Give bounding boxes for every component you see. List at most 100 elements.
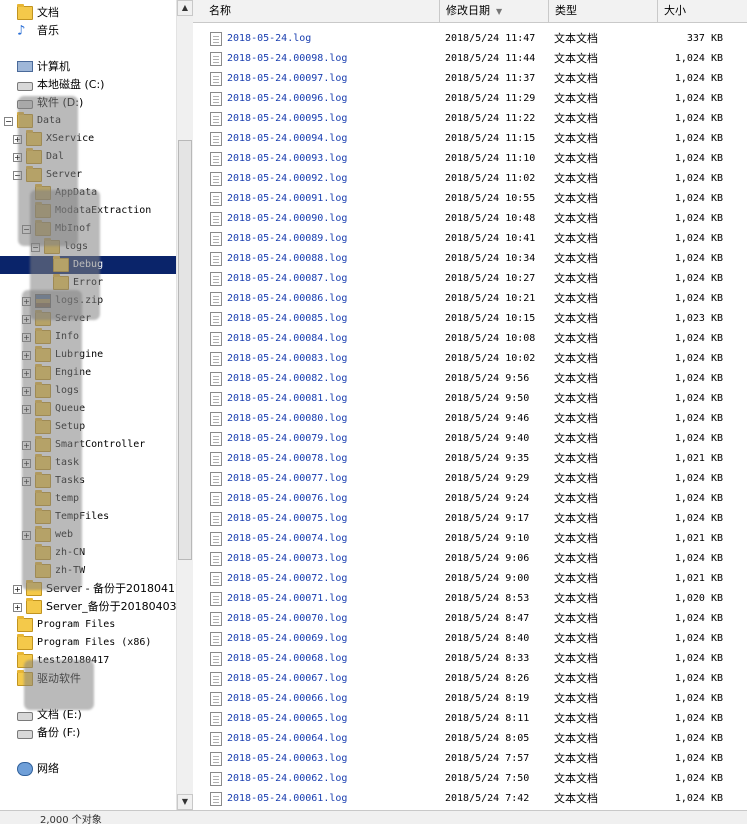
file-row[interactable]: 2018-05-24.00079.log 2018/5/24 9:40 文本文档 1,… xyxy=(193,429,747,449)
file-row[interactable]: 2018-05-24.00078.log 2018/5/24 9:35 文本文档 1,… xyxy=(193,449,747,469)
file-name: 2018-05-24.00076.log xyxy=(227,493,348,504)
file-row[interactable]: 2018-05-24.00081.log 2018/5/24 9:50 文本文档 1,… xyxy=(193,389,747,409)
file-name: 2018-05-24.00097.log xyxy=(227,73,348,84)
column-header-name[interactable]: 名称 xyxy=(193,0,440,22)
file-type: 文本文档 xyxy=(554,612,598,625)
tree-item[interactable]: 计算机 xyxy=(0,58,176,76)
file-name: 2018-05-24.00067.log xyxy=(227,673,348,684)
file-size: 1,024 KB xyxy=(674,253,723,264)
file-row[interactable]: 2018-05-24.00090.log 2018/5/24 10:48 文本文档 1… xyxy=(193,209,747,229)
file-row[interactable]: 2018-05-24.00098.log 2018/5/24 11:44 文本文档 1… xyxy=(193,49,747,69)
column-header-type[interactable]: 类型 xyxy=(549,0,658,22)
file-row[interactable]: 2018-05-24.00093.log 2018/5/24 11:10 文本文档 1… xyxy=(193,149,747,169)
file-row[interactable]: 2018-05-24.00083.log 2018/5/24 10:02 文本文档 1… xyxy=(193,349,747,369)
file-size: 1,021 KB xyxy=(674,533,723,544)
file-date: 2018/5/24 8:40 xyxy=(445,633,530,644)
file-row[interactable]: 2018-05-24.00080.log 2018/5/24 9:46 文本文档 1,… xyxy=(193,409,747,429)
file-name: 2018-05-24.00069.log xyxy=(227,633,348,644)
file-type: 文本文档 xyxy=(554,492,598,505)
column-header-size[interactable]: 大小 xyxy=(658,0,747,22)
file-row[interactable]: 2018-05-24.00076.log 2018/5/24 9:24 文本文档 1,… xyxy=(193,489,747,509)
file-size: 1,024 KB xyxy=(674,633,723,644)
file-size: 1,020 KB xyxy=(674,593,723,604)
expand-plus-icon[interactable]: + xyxy=(13,585,22,594)
tree-item[interactable]: Program Files (x86) xyxy=(0,634,176,652)
file-date: 2018/5/24 8:19 xyxy=(445,693,530,704)
tree-item[interactable]: 网络 xyxy=(0,760,176,778)
text-file-icon xyxy=(210,272,222,286)
tree-item-label: 本地磁盘 (C:) xyxy=(37,78,105,91)
file-row[interactable]: 2018-05-24.00062.log 2018/5/24 7:50 文本文档 1,… xyxy=(193,769,747,789)
file-row[interactable]: 2018-05-24.00094.log 2018/5/24 11:15 文本文档 1… xyxy=(193,129,747,149)
file-size: 1,024 KB xyxy=(674,773,723,784)
file-row[interactable]: 2018-05-24.00069.log 2018/5/24 8:40 文本文档 1,… xyxy=(193,629,747,649)
file-date: 2018/5/24 9:29 xyxy=(445,473,530,484)
file-row[interactable]: 2018-05-24.00074.log 2018/5/24 9:10 文本文档 1,… xyxy=(193,529,747,549)
file-row[interactable]: 2018-05-24.00065.log 2018/5/24 8:11 文本文档 1,… xyxy=(193,709,747,729)
file-row[interactable]: 2018-05-24.00088.log 2018/5/24 10:34 文本文档 1… xyxy=(193,249,747,269)
document-folder-icon xyxy=(17,4,33,20)
expand-plus-icon[interactable]: + xyxy=(13,603,22,612)
file-name: 2018-05-24.00074.log xyxy=(227,533,348,544)
file-name: 2018-05-24.00085.log xyxy=(227,313,348,324)
file-row[interactable]: 2018-05-24.00073.log 2018/5/24 9:06 文本文档 1,… xyxy=(193,549,747,569)
file-row[interactable]: 2018-05-24.00077.log 2018/5/24 9:29 文本文档 1,… xyxy=(193,469,747,489)
file-row[interactable]: 2018-05-24.00092.log 2018/5/24 11:02 文本文档 1… xyxy=(193,169,747,189)
file-row[interactable]: 2018-05-24.00072.log 2018/5/24 9:00 文本文档 1,… xyxy=(193,569,747,589)
file-row[interactable]: 2018-05-24.00075.log 2018/5/24 9:17 文本文档 1,… xyxy=(193,509,747,529)
file-name: 2018-05-24.00088.log xyxy=(227,253,348,264)
text-file-icon xyxy=(210,452,222,466)
scroll-thumb[interactable] xyxy=(178,140,192,560)
file-row[interactable]: 2018-05-24.00067.log 2018/5/24 8:26 文本文档 1,… xyxy=(193,669,747,689)
file-list[interactable]: 名称 修改日期 ▼ 类型 大小 2018-05-24.log 2018/5/24 1… xyxy=(193,0,747,810)
collapse-minus-icon[interactable]: − xyxy=(4,117,13,126)
scroll-up-arrow-icon[interactable]: ▲ xyxy=(177,0,193,16)
navigation-tree[interactable]: 文档♪音乐计算机本地磁盘 (C:)软件 (D:)−Data+XService+D… xyxy=(0,0,176,810)
tree-item[interactable]: 文档 xyxy=(0,4,176,22)
file-row[interactable]: 2018-05-24.00064.log 2018/5/24 8:05 文本文档 1,… xyxy=(193,729,747,749)
file-size: 1,024 KB xyxy=(674,233,723,244)
file-row[interactable]: 2018-05-24.log 2018/5/24 11:47 文本文档 337 KB xyxy=(193,29,747,49)
file-date: 2018/5/24 9:24 xyxy=(445,493,530,504)
file-row[interactable]: 2018-05-24.00063.log 2018/5/24 7:57 文本文档 1,… xyxy=(193,749,747,769)
tree-item[interactable]: 备份 (F:) xyxy=(0,724,176,742)
file-size: 337 KB xyxy=(686,33,723,44)
horizontal-scrollbar[interactable] xyxy=(0,810,747,824)
column-header-bar: 名称 修改日期 ▼ 类型 大小 xyxy=(193,0,747,23)
file-row[interactable]: 2018-05-24.00084.log 2018/5/24 10:08 文本文档 1… xyxy=(193,329,747,349)
file-date: 2018/5/24 10:02 xyxy=(445,353,536,364)
text-file-icon xyxy=(210,512,222,526)
file-row[interactable]: 2018-05-24.00071.log 2018/5/24 8:53 文本文档 1,… xyxy=(193,589,747,609)
file-row[interactable]: 2018-05-24.00082.log 2018/5/24 9:56 文本文档 1,… xyxy=(193,369,747,389)
file-row[interactable]: 2018-05-24.00089.log 2018/5/24 10:41 文本文档 1… xyxy=(193,229,747,249)
file-name: 2018-05-24.00080.log xyxy=(227,413,348,424)
text-file-icon xyxy=(210,552,222,566)
text-file-icon xyxy=(210,372,222,386)
file-type: 文本文档 xyxy=(554,572,598,585)
file-size: 1,024 KB xyxy=(674,393,723,404)
tree-item[interactable]: + Server_备份于20180403 xyxy=(0,598,176,616)
file-row[interactable]: 2018-05-24.00070.log 2018/5/24 8:47 文本文档 1,… xyxy=(193,609,747,629)
file-row[interactable]: 2018-05-24.00097.log 2018/5/24 11:37 文本文档 1… xyxy=(193,69,747,89)
tree-vertical-scrollbar[interactable]: ▲ ▼ xyxy=(176,0,193,810)
tree-item[interactable]: 本地磁盘 (C:) xyxy=(0,76,176,94)
scroll-down-arrow-icon[interactable]: ▼ xyxy=(177,794,193,810)
file-row[interactable]: 2018-05-24.00095.log 2018/5/24 11:22 文本文档 1… xyxy=(193,109,747,129)
tree-item[interactable]: ♪ 音乐 xyxy=(0,22,176,40)
file-row[interactable]: 2018-05-24.00096.log 2018/5/24 11:29 文本文档 1… xyxy=(193,89,747,109)
file-row[interactable]: 2018-05-24.00091.log 2018/5/24 10:55 文本文档 1… xyxy=(193,189,747,209)
file-row[interactable]: 2018-05-24.00068.log 2018/5/24 8:33 文本文档 1,… xyxy=(193,649,747,669)
file-row[interactable]: 2018-05-24.00086.log 2018/5/24 10:21 文本文档 1… xyxy=(193,289,747,309)
file-name: 2018-05-24.00077.log xyxy=(227,473,348,484)
text-file-icon xyxy=(210,112,222,126)
file-size: 1,024 KB xyxy=(674,493,723,504)
file-row[interactable]: 2018-05-24.00085.log 2018/5/24 10:15 文本文档 1… xyxy=(193,309,747,329)
file-row[interactable]: 2018-05-24.00087.log 2018/5/24 10:27 文本文档 1… xyxy=(193,269,747,289)
file-type: 文本文档 xyxy=(554,212,598,225)
file-row[interactable]: 2018-05-24.00061.log 2018/5/24 7:42 文本文档 1,… xyxy=(193,789,747,809)
column-header-date[interactable]: 修改日期 ▼ xyxy=(440,0,549,22)
folder-icon xyxy=(17,634,33,650)
file-row[interactable]: 2018-05-24.00066.log 2018/5/24 8:19 文本文档 1,… xyxy=(193,689,747,709)
file-type: 文本文档 xyxy=(554,692,598,705)
tree-item[interactable]: Program Files xyxy=(0,616,176,634)
